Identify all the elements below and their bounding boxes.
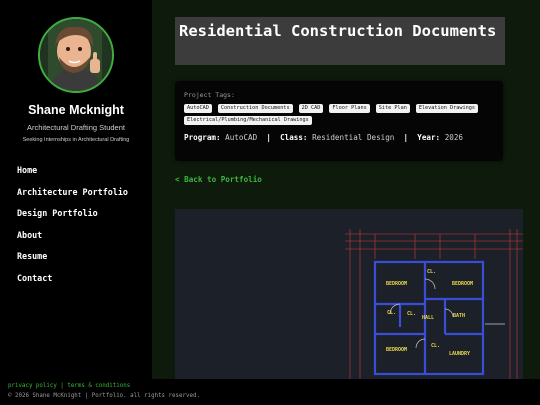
meta-separator: | bbox=[266, 133, 271, 142]
avatar-illustration bbox=[40, 19, 112, 91]
nav-architecture-portfolio[interactable]: Architecture Portfolio bbox=[17, 187, 128, 209]
back-to-portfolio-link[interactable]: < Back to Portfolio bbox=[175, 175, 262, 184]
plan-label-closet: CL. bbox=[407, 311, 416, 317]
program-label: Program: bbox=[184, 133, 221, 142]
tag: Elevation Drawings bbox=[415, 104, 479, 113]
plan-label-bedroom: BEDROOM bbox=[386, 347, 407, 353]
footer: privacy policy | terms & conditions © 20… bbox=[0, 379, 540, 405]
floor-plan-image: BEDROOM BEDROOM BEDROOM CL. CL. CL. CL. … bbox=[175, 209, 523, 379]
page-title-box: Residential Construction Documents bbox=[175, 17, 505, 65]
tag: AutoCAD bbox=[184, 104, 212, 113]
year-value: 2026 bbox=[444, 133, 463, 142]
nav-home[interactable]: Home bbox=[17, 165, 128, 187]
project-info-card: Project Tags: AutoCAD Construction Docum… bbox=[175, 81, 503, 161]
profile-seeking: Seeking Internships in Architectural Dra… bbox=[22, 137, 130, 143]
nav-resume[interactable]: Resume bbox=[17, 251, 128, 273]
page-title: Residential Construction Documents bbox=[179, 22, 497, 40]
floor-plan-drawing: BEDROOM BEDROOM BEDROOM CL. CL. CL. CL. … bbox=[345, 229, 523, 379]
plan-label-hall: HALL bbox=[422, 315, 434, 321]
tag: Floor Plans bbox=[329, 104, 370, 113]
footer-divider: | bbox=[60, 383, 64, 389]
profile-role: Architectural Drafting Student bbox=[27, 123, 125, 132]
copyright-text: © 2026 Shane McKnight | Portfolio. all r… bbox=[8, 393, 200, 399]
plan-label-bath: BATH bbox=[453, 313, 465, 319]
plan-label-closet: CL. bbox=[427, 269, 436, 275]
nav-design-portfolio[interactable]: Design Portfolio bbox=[17, 208, 128, 230]
nav-about[interactable]: About bbox=[17, 230, 128, 252]
tags-label: Project Tags: bbox=[184, 91, 235, 99]
nav-contact[interactable]: Contact bbox=[17, 273, 128, 295]
plan-label-closet: CL. bbox=[431, 343, 440, 349]
sidebar: Shane Mcknight Architectural Drafting St… bbox=[0, 0, 152, 379]
project-meta: Program: AutoCAD | Class: Residential De… bbox=[184, 133, 494, 142]
avatar bbox=[38, 17, 114, 93]
program-value: AutoCAD bbox=[225, 133, 258, 142]
plan-label-bedroom: BEDROOM bbox=[386, 281, 407, 287]
terms-link[interactable]: terms & conditions bbox=[67, 383, 130, 389]
meta-separator: | bbox=[403, 133, 409, 142]
plan-label-closet: CL. bbox=[387, 310, 396, 316]
main-nav: Home Architecture Portfolio Design Portf… bbox=[17, 165, 128, 295]
footer-links: privacy policy | terms & conditions bbox=[8, 383, 130, 389]
tag: Electrical/Plumbing/Mechanical Drawings bbox=[184, 116, 312, 125]
main-content: Residential Construction Documents Proje… bbox=[152, 0, 540, 379]
tag: Site Plan bbox=[375, 104, 410, 113]
tag: Construction Documents bbox=[217, 104, 293, 113]
tag: 2D CAD bbox=[298, 104, 324, 113]
class-value: Residential Design bbox=[312, 133, 395, 142]
profile-name: Shane Mcknight bbox=[28, 103, 124, 117]
plan-label-bedroom: BEDROOM bbox=[452, 281, 473, 287]
year-label: Year: bbox=[417, 133, 441, 142]
tag-list: AutoCAD Construction Documents 2D CAD Fl… bbox=[184, 104, 484, 125]
plan-label-laundry: LAUNDRY bbox=[449, 351, 470, 357]
privacy-policy-link[interactable]: privacy policy bbox=[8, 383, 57, 389]
class-label: Class: bbox=[280, 133, 308, 142]
